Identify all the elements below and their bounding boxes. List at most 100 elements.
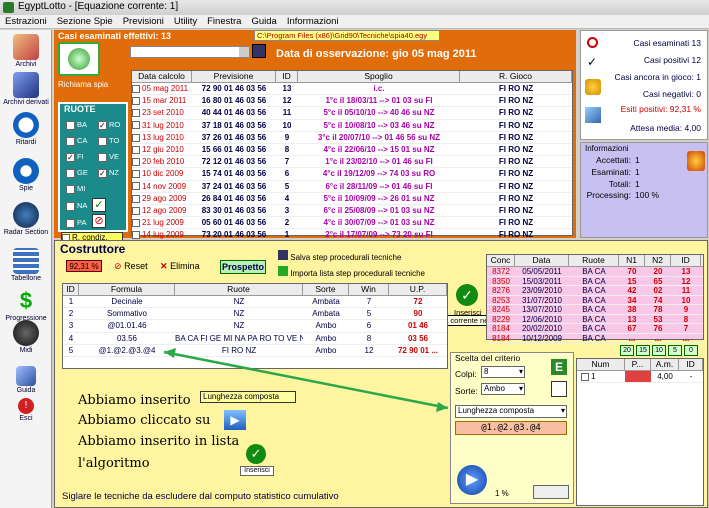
ruota-checkbox-fi[interactable]: ✓ FI bbox=[66, 152, 84, 162]
row-checkbox[interactable] bbox=[132, 194, 140, 203]
row-checkbox[interactable] bbox=[132, 218, 140, 227]
sorte-select[interactable]: Ambo ▾ bbox=[481, 383, 525, 395]
date-scrollbar[interactable] bbox=[130, 46, 250, 58]
col-win[interactable]: Win bbox=[349, 284, 389, 295]
row-checkbox[interactable] bbox=[132, 145, 140, 154]
table-row[interactable]: 8229 12/06/2010 BA CA 13 53 8 bbox=[487, 315, 703, 324]
sidebar-archivi[interactable]: Archivi bbox=[0, 34, 52, 68]
col-r-gioco[interactable]: R. Gioco bbox=[460, 71, 572, 82]
check-all-icon[interactable]: ✓ bbox=[92, 198, 106, 212]
row-checkbox[interactable] bbox=[132, 206, 140, 215]
num-button[interactable]: 20 bbox=[620, 345, 634, 356]
col-previsione[interactable]: Previsione bbox=[192, 71, 276, 82]
table-row[interactable]: 1 4,00 - bbox=[577, 371, 703, 384]
menu-estrazioni[interactable]: Estrazioni bbox=[0, 15, 52, 28]
scroll-thumb[interactable] bbox=[239, 47, 249, 57]
table-row[interactable]: 10 dic 2009 15 74 01 46 03 56 6 4°c il 19/1… bbox=[132, 168, 572, 181]
menu-finestra[interactable]: Finestra bbox=[202, 15, 246, 28]
table-row[interactable]: 12 ago 2009 83 30 01 46 03 56 3 6°c il 25/0… bbox=[132, 205, 572, 218]
col-am[interactable]: A.m. bbox=[651, 359, 679, 370]
sidebar-tabellone[interactable]: Tabellone bbox=[0, 248, 52, 282]
ruota-checkbox-nz[interactable]: ✓ NZ bbox=[98, 168, 119, 178]
menu-previsioni[interactable]: Previsioni bbox=[118, 15, 169, 28]
col-ruote[interactable]: Ruote bbox=[569, 255, 619, 266]
table-row[interactable]: 1 Decinale NZ Ambata 7 72 bbox=[63, 296, 447, 309]
table-row[interactable]: 8184 20/02/2010 BA CA 67 76 7 bbox=[487, 324, 703, 334]
col-id[interactable]: ID bbox=[679, 359, 703, 370]
col-data-calcolo[interactable]: Data calcolo bbox=[132, 71, 192, 82]
table-row[interactable]: 8184 10/12/2009 BA CA......... bbox=[487, 334, 703, 343]
ruota-checkbox-na[interactable]: NA bbox=[66, 201, 87, 211]
row-checkbox[interactable] bbox=[581, 372, 589, 381]
salva-step-button[interactable]: Salva step procedurali tecniche bbox=[278, 250, 401, 262]
ruota-checkbox-to[interactable]: TO bbox=[98, 136, 119, 146]
elimina-button[interactable]: ✕ Elimina bbox=[160, 261, 200, 272]
table-row[interactable]: 8253 31/07/2010 BA CA 34 74 10 bbox=[487, 296, 703, 305]
richiama-spia-button[interactable] bbox=[58, 42, 100, 76]
ruota-checkbox-ge[interactable]: GE bbox=[66, 168, 88, 178]
col-sorte[interactable]: Sorte bbox=[303, 284, 349, 295]
num-button[interactable]: 10 bbox=[652, 345, 666, 356]
col-n2[interactable]: N2 bbox=[645, 255, 671, 266]
col-id[interactable]: ID bbox=[671, 255, 701, 266]
row-checkbox[interactable] bbox=[132, 158, 140, 167]
col-p[interactable]: P... bbox=[625, 359, 651, 370]
num-button[interactable]: 0 bbox=[684, 345, 698, 356]
table-row[interactable]: 23 set 2010 40 44 01 46 03 56 11 5°c il 05/… bbox=[132, 107, 572, 120]
col-id[interactable]: ID bbox=[63, 284, 79, 295]
sidebar-archivi-derivati[interactable]: Archivi derivati bbox=[0, 72, 52, 106]
calculator-icon[interactable] bbox=[551, 381, 567, 397]
row-checkbox[interactable] bbox=[132, 121, 140, 130]
criterio-select[interactable]: Lunghezza composta ▾ bbox=[455, 405, 567, 418]
col-up[interactable]: U.P. bbox=[389, 284, 447, 295]
inserisci-check-icon[interactable]: ✓ bbox=[456, 284, 478, 306]
play-icon[interactable]: ▶ bbox=[457, 465, 487, 495]
table-row[interactable]: 13 lug 2010 37 26 01 46 03 56 9 3°c il 20/0… bbox=[132, 132, 572, 144]
sidebar-progressione[interactable]: $ Progressione bbox=[0, 288, 52, 322]
sidebar-midi[interactable]: Midi bbox=[0, 320, 52, 354]
table-row[interactable]: 3 @01.01.46 NZ Ambo 6 01 46 bbox=[63, 320, 447, 333]
table-row[interactable]: 2 Sommativo NZ Ambata 5 90 bbox=[63, 308, 447, 321]
col-data[interactable]: Data bbox=[515, 255, 569, 266]
table-row[interactable]: 29 ago 2009 26 84 01 46 03 56 4 5°c il 10/0… bbox=[132, 193, 572, 205]
sidebar-radar[interactable]: Radar Section bbox=[0, 202, 52, 236]
row-checkbox[interactable] bbox=[132, 109, 140, 118]
table-row[interactable]: 8245 13/07/2010 BA CA 38 78 9 bbox=[487, 305, 703, 315]
table-row[interactable]: 8372 05/05/2011 BA CA 70 20 13 bbox=[487, 267, 703, 277]
menu-guida[interactable]: Guida bbox=[246, 15, 281, 28]
table-row[interactable]: 05 mag 2011 72 90 01 46 03 56 13 i.c. FI RO … bbox=[132, 83, 572, 96]
menu-informazioni[interactable]: Informazioni bbox=[282, 15, 344, 28]
ruota-checkbox-pa[interactable]: PA bbox=[66, 218, 86, 228]
table-row[interactable]: 14 nov 2009 37 24 01 46 03 56 5 6°c il 28/1… bbox=[132, 181, 572, 193]
ruota-checkbox-ro[interactable]: ✓ RO bbox=[98, 120, 120, 130]
col-n1[interactable]: N1 bbox=[619, 255, 645, 266]
menu-sezione-spie[interactable]: Sezione Spie bbox=[52, 15, 118, 28]
col-id[interactable]: ID bbox=[276, 71, 298, 82]
row-checkbox[interactable] bbox=[132, 170, 140, 179]
sidebar-guida[interactable]: Guida bbox=[0, 366, 52, 394]
num-button[interactable]: 15 bbox=[636, 345, 650, 356]
col-spoglio[interactable]: Spoglio bbox=[298, 71, 460, 82]
table-row[interactable]: 21 lug 2009 05 60 01 46 03 56 2 4°c il 30/0… bbox=[132, 217, 572, 230]
reset-button[interactable]: ⊘ Reset bbox=[114, 261, 148, 272]
table-row[interactable]: 15 mar 2011 16 80 01 46 03 56 12 1°c il 18/… bbox=[132, 95, 572, 108]
colpi-select[interactable]: 8 ▾ bbox=[481, 366, 525, 378]
row-checkbox[interactable] bbox=[132, 133, 140, 142]
prospetto-button[interactable]: Prospetto bbox=[220, 260, 266, 274]
sidebar-ritardi[interactable]: Ritardi bbox=[0, 112, 52, 146]
col-num[interactable]: Num bbox=[577, 359, 625, 370]
ruota-checkbox-ve[interactable]: VE bbox=[98, 152, 119, 162]
col-ruote[interactable]: Ruote bbox=[175, 284, 303, 295]
row-checkbox[interactable] bbox=[132, 97, 140, 106]
table-row[interactable]: 8276 23/09/2010 BA CA 42 02 11 bbox=[487, 286, 703, 296]
importa-step-button[interactable]: Importa lista step procedurali tecniche bbox=[278, 266, 425, 278]
table-row[interactable]: 8350 15/03/2011 BA CA 15 65 12 bbox=[487, 277, 703, 286]
row-checkbox[interactable] bbox=[132, 231, 140, 240]
table-row[interactable]: 20 feb 2010 72 12 01 46 03 56 7 1°c il 23/0… bbox=[132, 156, 572, 169]
progress-slider[interactable] bbox=[533, 485, 569, 499]
clear-all-icon[interactable]: ⊘ bbox=[92, 214, 106, 228]
row-checkbox[interactable] bbox=[132, 182, 140, 191]
row-checkbox[interactable] bbox=[132, 84, 140, 93]
table-row[interactable]: 12 giu 2010 15 66 01 46 03 56 8 4°c il 22/0… bbox=[132, 144, 572, 157]
save-spy-icon[interactable] bbox=[252, 44, 266, 58]
